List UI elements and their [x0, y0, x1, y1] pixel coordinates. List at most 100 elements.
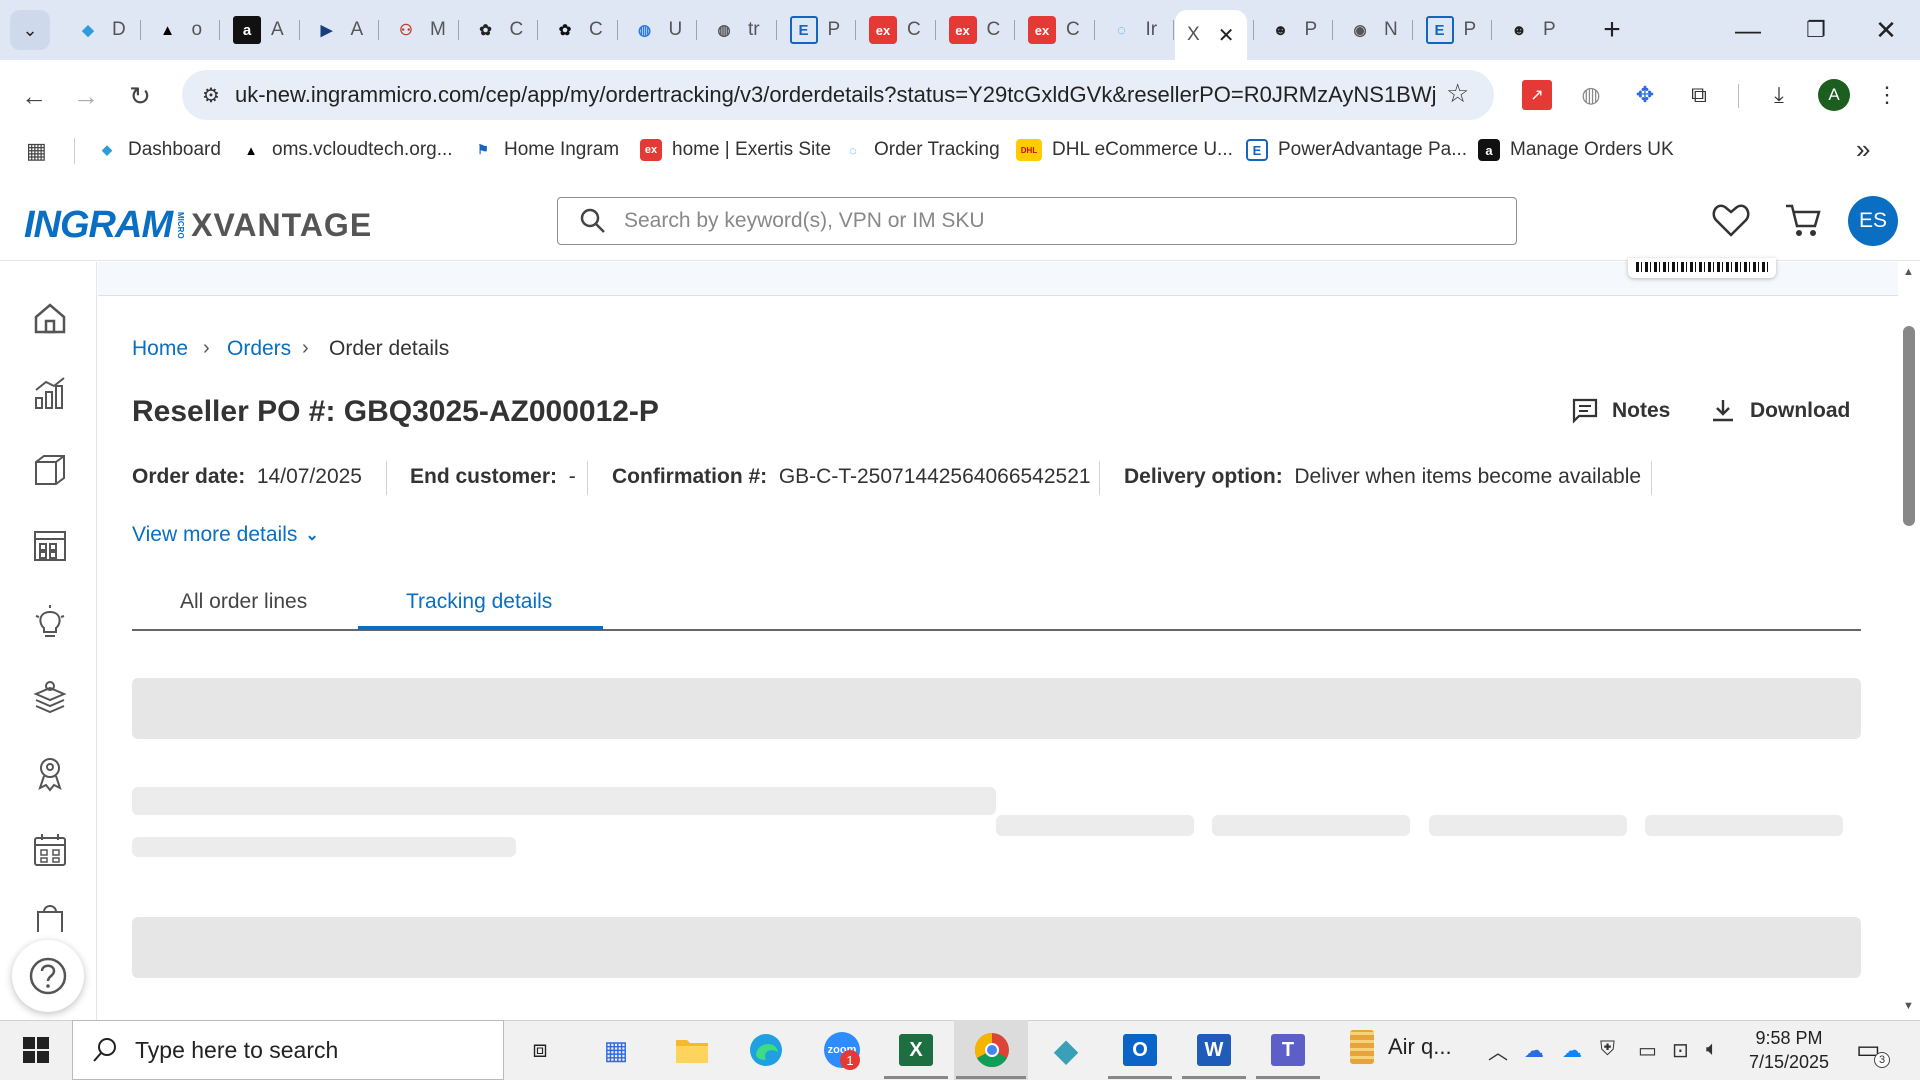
browser-tab[interactable]: X ✕ — [1175, 10, 1247, 60]
back-icon[interactable]: ← — [14, 76, 54, 116]
browser-tab[interactable]: ▶ A — [301, 12, 377, 48]
lightbulb-icon[interactable] — [28, 600, 72, 644]
close-window-button[interactable]: ✕ — [1866, 10, 1906, 50]
browser-tab[interactable]: ex C — [937, 12, 1013, 48]
outlook-icon[interactable]: O — [1118, 1028, 1162, 1072]
browser-tab[interactable]: EP — [1414, 12, 1490, 48]
bookmark-item[interactable]: ex home | Exertis Site — [640, 133, 831, 167]
tab-tracking-details[interactable]: Tracking details — [406, 590, 552, 614]
bookmark-item[interactable]: ◌ Order Tracking — [842, 133, 1000, 167]
breadcrumb-orders-link[interactable]: Orders — [227, 337, 291, 361]
hidden-icons-chevron-icon[interactable]: ︿ — [1488, 1036, 1508, 1065]
cloud-stack-icon[interactable] — [28, 676, 72, 720]
downloads-icon[interactable]: ⤓ — [1764, 80, 1794, 110]
tab-search-chevron-icon[interactable]: ⌄ — [10, 10, 50, 50]
pdf-extension-icon[interactable]: ↗ — [1522, 80, 1552, 110]
browser-tab[interactable]: ◆ D — [62, 12, 138, 48]
bookmark-item[interactable]: DHL DHL eCommerce U... — [1016, 133, 1233, 167]
view-more-details-link[interactable]: View more details ⌄ — [132, 523, 319, 547]
home-icon[interactable] — [28, 296, 72, 340]
battery-icon[interactable]: ▭ — [1638, 1038, 1657, 1063]
reload-icon[interactable]: ↻ — [120, 76, 160, 116]
network-icon[interactable]: ⊡ — [1672, 1038, 1689, 1063]
bookmark-item[interactable]: a Manage Orders UK — [1478, 133, 1674, 167]
app-diamond-icon[interactable]: ◆ — [1044, 1028, 1088, 1072]
favorites-heart-icon[interactable] — [1712, 202, 1750, 243]
forward-icon[interactable]: → — [66, 76, 106, 116]
ingram-logo[interactable]: INGRAM MICRO XVANTAGE — [24, 204, 372, 247]
browser-tab[interactable]: ⚇ M — [380, 12, 456, 48]
help-question-icon[interactable] — [12, 940, 84, 1012]
onedrive-business-icon[interactable]: ☁ — [1562, 1038, 1582, 1063]
more-bookmarks-icon[interactable]: » — [1856, 134, 1870, 165]
download-icon — [1713, 400, 1733, 422]
browser-tab[interactable]: ex C — [857, 12, 933, 48]
weather-widget[interactable]: Air q... — [1350, 1030, 1452, 1064]
bookmark-item[interactable]: ◆ Dashboard — [96, 133, 221, 167]
bookmark-item[interactable]: ⚑ Home Ingram — [472, 133, 619, 167]
url-text[interactable]: uk-new.ingrammicro.com/cep/app/my/ordert… — [235, 82, 1435, 108]
warehouse-icon[interactable] — [28, 524, 72, 568]
minimize-button[interactable]: — — [1728, 10, 1768, 50]
extensions-puzzle-icon[interactable]: ⧉ — [1684, 80, 1714, 110]
globe-icon: ◍ — [637, 22, 652, 39]
analytics-chart-icon[interactable] — [28, 372, 72, 416]
training-badge-icon[interactable] — [28, 752, 72, 796]
download-button[interactable]: Download — [1710, 398, 1850, 424]
browser-tab[interactable]: aA — [221, 12, 297, 48]
site-info-icon[interactable]: ⚙ — [196, 80, 226, 110]
close-tab-icon[interactable]: ✕ — [1218, 23, 1235, 48]
shopping-bag-icon[interactable] — [28, 902, 72, 932]
bookmark-star-icon[interactable]: ☆ — [1446, 78, 1469, 109]
scrollbar-thumb[interactable] — [1903, 326, 1915, 526]
word-icon[interactable]: W — [1192, 1028, 1236, 1072]
taskbar-search-box[interactable]: Type here to search — [72, 1020, 504, 1080]
calculator-icon[interactable]: ▦ — [594, 1028, 638, 1072]
user-avatar[interactable]: ES — [1848, 196, 1898, 246]
browser-menu-icon[interactable]: ⋮ — [1872, 80, 1902, 110]
security-icon[interactable]: ⛨ — [1600, 1038, 1615, 1061]
breadcrumb-home-link[interactable]: Home — [132, 337, 188, 361]
apps-grid-icon[interactable]: ▦ — [26, 138, 47, 164]
scroll-up-arrow-icon[interactable]: ▲ — [1903, 266, 1914, 278]
restore-button[interactable]: ❐ — [1796, 10, 1836, 50]
browser-tab[interactable]: ◍ tr — [698, 12, 774, 48]
network-extension-icon[interactable]: ✥ — [1630, 80, 1660, 110]
teams-icon[interactable]: T — [1266, 1028, 1310, 1072]
browser-tab[interactable]: ☻ P — [1493, 12, 1569, 48]
chrome-icon[interactable] — [970, 1028, 1014, 1072]
scroll-down-arrow-icon[interactable]: ▼ — [1903, 1000, 1914, 1012]
windows-start-icon[interactable] — [14, 1028, 58, 1072]
page-scrollbar[interactable]: ▲ ▼ — [1898, 262, 1920, 1020]
browser-tab[interactable]: ▲ o — [142, 12, 218, 48]
bookmark-item[interactable]: ▲ oms.vcloudtech.org... — [240, 133, 453, 167]
products-box-icon[interactable] — [28, 448, 72, 492]
browser-tab[interactable]: ◍ U — [619, 12, 695, 48]
excel-icon[interactable]: X — [894, 1028, 938, 1072]
edge-browser-icon[interactable] — [744, 1028, 788, 1072]
task-view-icon[interactable]: ⧈ — [518, 1028, 562, 1072]
browser-tab[interactable]: EP — [778, 12, 854, 48]
profile-avatar[interactable]: A — [1818, 79, 1850, 111]
calendar-icon[interactable] — [28, 828, 72, 872]
bookmark-item[interactable]: E PowerAdvantage Pa... — [1246, 133, 1467, 167]
browser-tab[interactable]: ☻ P — [1255, 12, 1331, 48]
triangle-icon: ▲ — [160, 21, 175, 39]
browser-tab[interactable]: ✿ C — [460, 12, 536, 48]
exertis-icon: ex — [640, 139, 662, 161]
active-tab-indicator — [358, 626, 603, 630]
onedrive-icon[interactable]: ☁ — [1524, 1038, 1544, 1063]
cart-icon[interactable] — [1784, 202, 1822, 243]
browser-tab[interactable]: ex C — [1016, 12, 1092, 48]
globe-extension-icon[interactable]: ◍ — [1576, 80, 1606, 110]
browser-tab[interactable]: ✿ C — [539, 12, 615, 48]
system-clock[interactable]: 9:58 PM 7/15/2025 — [1744, 1026, 1834, 1074]
volume-icon[interactable]: 🔈︎ — [1706, 1038, 1718, 1061]
tab-all-order-lines[interactable]: All order lines — [180, 590, 307, 614]
notes-button[interactable]: Notes — [1572, 398, 1670, 424]
browser-tab[interactable]: ◌ Ir — [1096, 12, 1172, 48]
new-tab-button[interactable]: + — [1592, 10, 1632, 50]
browser-tab[interactable]: ◉ N — [1334, 12, 1410, 48]
product-search-input[interactable]: Search by keyword(s), VPN or IM SKU — [557, 197, 1517, 245]
file-explorer-icon[interactable] — [670, 1028, 714, 1072]
